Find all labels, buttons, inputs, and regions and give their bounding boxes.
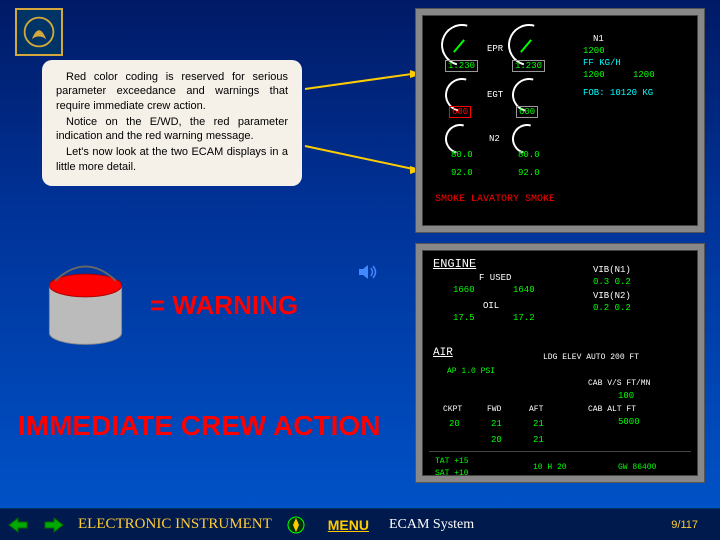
vibn1-label: VIB(N1) — [593, 265, 631, 275]
fused-v1: 1660 — [453, 285, 475, 295]
temp-3: 21 — [533, 419, 544, 429]
textbox-p1: Red color coding is reserved for serious… — [56, 70, 288, 113]
ecam-ewd-screen: EPR 1.230 1.230 EGT 600 600 N1 1200 FF K… — [422, 15, 698, 226]
temp-1: 20 — [449, 419, 460, 429]
ecam-system-screen: ENGINE F USED 1660 1640 OIL 17.5 17.2 VI… — [422, 250, 698, 476]
pointer-arrow-line-1 — [305, 73, 414, 90]
menu-button[interactable]: MENU — [328, 517, 369, 533]
company-logo — [15, 8, 63, 56]
tat-val: TAT +15 — [435, 457, 469, 466]
gw-val: GW 86400 — [618, 463, 656, 472]
page-number: 9/117 — [671, 519, 698, 531]
fwd-label: FWD — [487, 405, 501, 414]
vibn2-label: VIB(N2) — [593, 291, 631, 301]
sat-val: SAT +10 — [435, 469, 469, 476]
warning-equals-label: = WARNING — [150, 290, 298, 321]
egt-val-2: 600 — [516, 106, 538, 118]
oil-v1: 17.5 — [453, 313, 475, 323]
epr-label: EPR — [487, 44, 503, 54]
ecam-warning-message: SMOKE LAVATORY SMOKE — [435, 194, 555, 205]
textbox-p2: Notice on the E/WD, the red parameter in… — [56, 115, 288, 144]
footer-subtitle: ECAM System — [389, 517, 474, 533]
time-val: 10 H 20 — [533, 463, 567, 472]
explanation-textbox: Red color coding is reserved for serious… — [42, 60, 302, 186]
psi-val: AP 1.0 PSI — [447, 367, 495, 376]
engine-title: ENGINE — [433, 257, 476, 271]
footer-bar: ELECTRONIC INSTRUMENT MENU ECAM System 9… — [0, 508, 720, 540]
pointer-arrow-line-2 — [305, 145, 413, 170]
fob-label: FOB: 10120 KG — [583, 88, 653, 98]
footer-title: ELECTRONIC INSTRUMENT — [78, 516, 272, 533]
red-paint-bucket-icon — [38, 257, 133, 352]
sound-icon[interactable] — [355, 260, 379, 284]
ff-val-1: 1200 — [583, 46, 605, 56]
n1-label: N1 — [593, 34, 604, 44]
vibn1-val: 0.3 0.2 — [593, 277, 631, 287]
oil-label: OIL — [483, 301, 499, 311]
egt-val-1: 600 — [449, 106, 471, 118]
textbox-p3: Let's now look at the two ECAM displays … — [56, 145, 288, 174]
cabalt-label: CAB ALT FT — [588, 405, 636, 414]
vs-val: 100 — [618, 391, 634, 401]
n2-val-2: 80.0 — [518, 150, 540, 160]
oil-v2: 17.2 — [513, 313, 535, 323]
ecam-lower-panel: ENGINE F USED 1660 1640 OIL 17.5 17.2 VI… — [415, 243, 705, 483]
air-title: AIR — [433, 347, 453, 359]
temp-2: 21 — [491, 419, 502, 429]
immediate-crew-action-label: IMMEDIATE CREW ACTION — [18, 410, 380, 442]
epr-val-2: 1.230 — [512, 60, 545, 72]
ff-label: FF KG/H — [583, 58, 621, 68]
egt-label: EGT — [487, 90, 503, 100]
ecam-upper-panel: EPR 1.230 1.230 EGT 600 600 N1 1200 FF K… — [415, 8, 705, 233]
n2-val-1: 80.0 — [451, 150, 473, 160]
aft-label: AFT — [529, 405, 543, 414]
compass-icon — [286, 515, 306, 535]
temp-4: 20 — [491, 435, 502, 445]
vibn2-val: 0.2 0.2 — [593, 303, 631, 313]
temp-5: 21 — [533, 435, 544, 445]
n2-label: N2 — [489, 134, 500, 144]
fused-label: F USED — [479, 273, 511, 283]
pct-val-1: 92.0 — [451, 168, 473, 178]
pct-val-2: 92.0 — [518, 168, 540, 178]
fused-v2: 1640 — [513, 285, 535, 295]
ff-val-1b: 1200 — [583, 70, 605, 80]
next-button[interactable] — [40, 513, 68, 537]
vs-label: CAB V/S FT/MN — [588, 379, 650, 388]
ldg-elev: LDG ELEV AUTO 200 FT — [543, 353, 639, 362]
ckpt-label: CKPT — [443, 405, 462, 414]
cabalt-val: 5000 — [618, 417, 640, 427]
epr-val-1: 1.230 — [445, 60, 478, 72]
prev-button[interactable] — [4, 513, 32, 537]
ff-val-2: 1200 — [633, 70, 655, 80]
